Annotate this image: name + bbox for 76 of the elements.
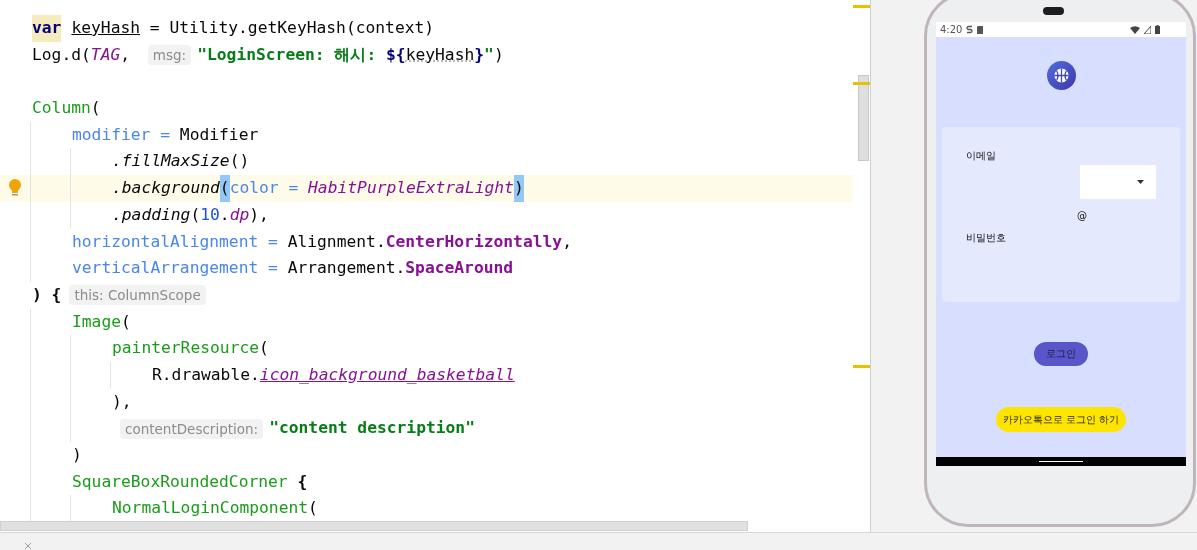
code-token: , (562, 230, 572, 253)
code-token: NormalLoginComponent (112, 497, 309, 520)
password-label: 비밀번호 (966, 231, 1006, 245)
code-token: Arrangement. (287, 257, 406, 280)
caret-icon (1137, 180, 1144, 184)
email-label: 이메일 (966, 149, 996, 163)
warning-stripe[interactable] (853, 82, 870, 85)
code-token: ), (112, 390, 132, 413)
sd-card-icon (977, 25, 984, 34)
inlay-hint: contentDescription: (120, 418, 264, 439)
code-token: R.drawable. (152, 363, 260, 386)
code-token: Alignment. (287, 230, 386, 253)
kakao-login-button[interactable]: 카카오톡으로 로그인 하기 (996, 407, 1126, 432)
code-token: ), (249, 203, 269, 226)
code-token: .background (112, 177, 220, 200)
code-token: ( (190, 203, 201, 226)
code-token: . (219, 203, 230, 226)
wifi-icon (1130, 25, 1140, 34)
code-token: horizontalAlignment = (72, 230, 279, 253)
code-token: = Utility.getKeyHash(context) (148, 17, 435, 39)
basketball-logo-icon (1046, 61, 1076, 90)
inlay-hint: msg: (147, 45, 192, 66)
code-token: SpaceAround (405, 257, 514, 280)
signal-icon (1144, 25, 1151, 34)
home-indicator[interactable] (1039, 461, 1083, 462)
code-token: { (296, 470, 308, 493)
code-token: ( (259, 337, 269, 360)
code-token: HabitPurpleExtraLight (308, 177, 514, 200)
code-token: ( (308, 497, 318, 520)
code-token: Image (72, 310, 121, 333)
battery-icon (1155, 25, 1160, 34)
code-token: "LoginScreen: 해시: (197, 43, 378, 66)
code-token: var (32, 15, 62, 42)
warning-stripe[interactable] (853, 5, 870, 8)
code-token: Column (32, 97, 91, 120)
code-token: verticalArrangement = (72, 257, 279, 280)
code-token: keyHash (405, 43, 475, 66)
code-token: keyHash (71, 17, 141, 39)
code-token: 10 (200, 203, 220, 226)
close-icon[interactable] (24, 542, 32, 550)
code-token: SquareBoxRoundedCorner (72, 470, 288, 493)
code-token: Modifier (179, 123, 259, 146)
code-token: () (229, 150, 250, 173)
camera-cutout (1043, 7, 1064, 15)
code-token: ) (72, 444, 82, 466)
code-token: ( (121, 310, 131, 333)
code-token: Log.d( (32, 43, 91, 66)
code-token: TAG (90, 43, 121, 66)
code-token: ( (90, 97, 101, 120)
code-token: ( (219, 175, 230, 202)
code-token: color = (229, 177, 300, 200)
lightbulb-icon[interactable] (9, 179, 21, 198)
warning-stripe[interactable] (853, 365, 870, 368)
code-token: "content description" (269, 417, 475, 440)
code-token: ) (513, 175, 524, 202)
code-token: icon_background_basketball (259, 363, 515, 386)
code-token: ${ (386, 43, 406, 66)
scrollbar-thumb[interactable] (858, 75, 869, 161)
inlay-hint: this: ColumnScope (69, 285, 206, 306)
code-token: ) { (32, 283, 62, 306)
code-token: .fillMaxSize (112, 150, 230, 173)
horizontal-scrollbar[interactable] (0, 521, 748, 531)
code-token: " (484, 43, 494, 66)
code-token: } (474, 43, 485, 66)
status-time: 4:20 (940, 24, 963, 35)
code-token: ) (493, 43, 504, 66)
code-token: CenterHorizontally (385, 230, 563, 253)
code-token: dp (229, 203, 250, 226)
at-sign: @ (1077, 210, 1087, 221)
email-domain-dropdown[interactable] (1080, 165, 1156, 199)
code-token: .padding (112, 203, 191, 226)
code-token: painterResource (112, 337, 260, 360)
code-token: , (120, 43, 132, 66)
code-token: = (159, 123, 172, 146)
code-token: modifier (72, 123, 151, 146)
notification-icon (966, 25, 974, 34)
